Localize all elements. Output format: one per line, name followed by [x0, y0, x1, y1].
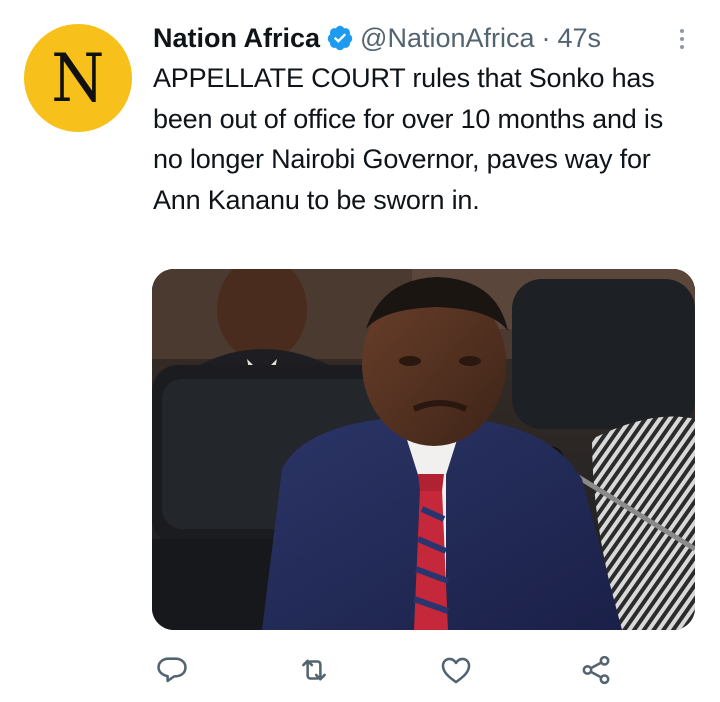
tweet-photo[interactable]	[152, 269, 695, 630]
avatar-letter: N	[51, 40, 105, 117]
more-options-icon[interactable]	[672, 24, 692, 54]
display-name[interactable]: Nation Africa	[153, 23, 320, 54]
verified-badge-icon	[327, 25, 353, 51]
timestamp[interactable]: 47s	[558, 23, 602, 54]
reply-button[interactable]	[152, 650, 192, 690]
share-button[interactable]	[576, 650, 616, 690]
retweet-icon	[302, 659, 326, 681]
reply-icon	[157, 657, 187, 683]
tweet-header: Nation Africa @NationAfrica · 47s	[153, 20, 676, 56]
avatar[interactable]: N	[24, 24, 132, 132]
separator-dot: ·	[541, 22, 551, 53]
like-button[interactable]	[436, 650, 476, 690]
retweet-button[interactable]	[294, 650, 334, 690]
tweet-text: APPELLATE COURT rules that Sonko has bee…	[153, 63, 664, 215]
like-icon	[441, 657, 471, 684]
tweet-card[interactable]: N Nation Africa @NationAfrica · 47s APPE…	[0, 0, 720, 702]
handle[interactable]: @NationAfrica	[360, 23, 534, 54]
tweet-actions	[152, 650, 622, 690]
share-icon	[582, 655, 610, 685]
